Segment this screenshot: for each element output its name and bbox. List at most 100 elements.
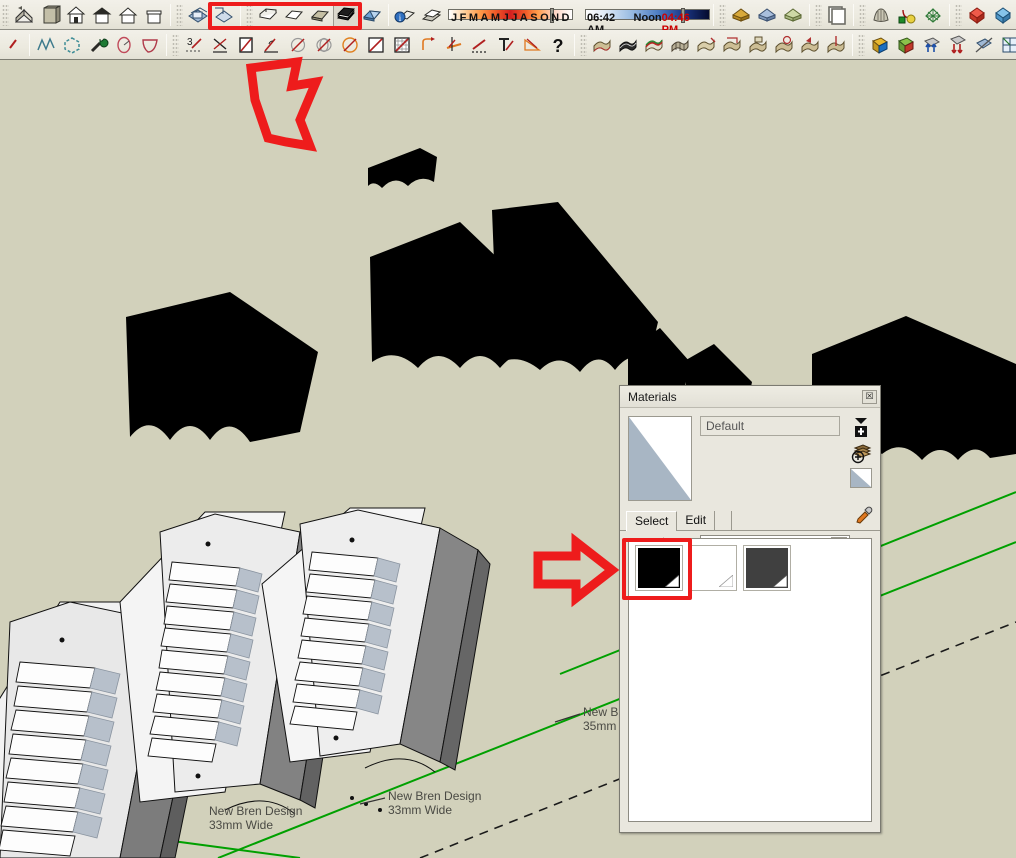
swatch-corner-marker	[719, 575, 733, 587]
toolbar-grip[interactable]	[858, 33, 865, 56]
section-plane-icon[interactable]	[185, 2, 211, 28]
plot-icon[interactable]	[894, 2, 920, 28]
material-preview-swatch[interactable]	[850, 468, 872, 488]
iso-view-icon[interactable]	[11, 2, 37, 28]
axes-icon[interactable]: 3	[181, 32, 207, 58]
polygon-icon[interactable]	[59, 32, 85, 58]
toolbar-grip[interactable]	[859, 3, 866, 26]
surface-edge-icon[interactable]	[693, 32, 719, 58]
model-label-3-line2: 33mm Wide	[209, 818, 274, 832]
solid-subtract-icon[interactable]	[990, 2, 1016, 28]
model-label-2-line1: New Bren Design	[388, 789, 482, 803]
materials-titlebar[interactable]: Materials ☒	[620, 386, 880, 408]
tab-edit[interactable]: Edit	[677, 511, 716, 530]
material-swatch-white[interactable]	[689, 545, 737, 591]
toolbar-grip[interactable]	[176, 3, 183, 26]
freehand-icon[interactable]	[33, 32, 59, 58]
toolbar-grip[interactable]	[2, 3, 9, 26]
square-diag-icon[interactable]	[363, 32, 389, 58]
grid-icon[interactable]	[389, 32, 415, 58]
intersect-icon[interactable]	[207, 32, 233, 58]
offset-icon[interactable]	[415, 32, 441, 58]
arrows-down-icon[interactable]	[945, 32, 971, 58]
display-shadows-icon[interactable]	[418, 2, 444, 28]
new-page-icon[interactable]	[824, 2, 850, 28]
sandbox-from-scratch-icon[interactable]	[754, 2, 780, 28]
create-material-button[interactable]	[850, 442, 872, 464]
mesh-icon[interactable]	[920, 2, 946, 28]
surface-color-icon[interactable]	[641, 32, 667, 58]
display-section-planes-icon[interactable]	[211, 2, 237, 28]
arrows-up-icon[interactable]	[919, 32, 945, 58]
left-view-icon[interactable]	[115, 2, 141, 28]
eyedropper-icon[interactable]	[854, 505, 874, 528]
material-swatch-list[interactable]	[628, 538, 872, 822]
top-view-icon[interactable]	[89, 2, 115, 28]
material-swatch-black[interactable]	[635, 545, 683, 591]
surface-detail-icon[interactable]	[771, 32, 797, 58]
ellipse-icon[interactable]	[311, 32, 337, 58]
style-monochrome-icon[interactable]	[359, 2, 385, 28]
toolbar-grip[interactable]	[246, 3, 253, 26]
style-shaded-with-textures-icon[interactable]	[333, 1, 359, 28]
slice-icon[interactable]	[971, 32, 997, 58]
surface-flip-icon[interactable]	[797, 32, 823, 58]
tab-select[interactable]: Select	[626, 511, 678, 531]
toolbar-grip[interactable]	[172, 33, 179, 56]
shadow-date-slider[interactable]: J F M A M J J A S O N D	[448, 4, 573, 26]
current-material-name[interactable]: Default	[700, 416, 840, 436]
right-view-icon[interactable]	[141, 2, 167, 28]
toolbar-row-1[interactable]: i J F M A M J J A S O N D 06:42 Noon 04:…	[0, 0, 1016, 36]
window-icon[interactable]	[997, 32, 1016, 58]
set-default-material-button[interactable]	[850, 416, 872, 438]
terrain-icon[interactable]	[868, 2, 894, 28]
toolbar-group-draw	[0, 30, 163, 60]
shadow-settings-icon[interactable]: i	[392, 2, 418, 28]
toolbar-separator	[713, 3, 714, 26]
section-cut-icon[interactable]	[893, 32, 919, 58]
help-icon[interactable]: ?	[545, 32, 571, 58]
solid-union-icon[interactable]	[964, 2, 990, 28]
materials-dialog[interactable]: Materials ☒ Default Select Edit	[619, 385, 881, 833]
face-icon[interactable]	[233, 32, 259, 58]
ellipse-small-icon[interactable]	[285, 32, 311, 58]
wrench-icon[interactable]	[85, 32, 111, 58]
section-fill-icon[interactable]	[867, 32, 893, 58]
toolbar-grip[interactable]	[955, 3, 962, 26]
surface-split-icon[interactable]	[823, 32, 849, 58]
toolbar-grip[interactable]	[815, 3, 822, 26]
toolbar-row-2[interactable]: 3 ?	[0, 30, 1016, 60]
current-material-swatch[interactable]	[628, 416, 692, 501]
circle-icon[interactable]	[111, 32, 137, 58]
front-view-icon[interactable]	[63, 2, 89, 28]
surface-stamp-icon[interactable]	[745, 32, 771, 58]
sandbox-from-contours-icon[interactable]	[728, 2, 754, 28]
style-hidden-line-icon[interactable]	[281, 2, 307, 28]
sandbox-smoove-icon[interactable]	[780, 2, 806, 28]
model-label-3-line1: New Bren Design	[209, 804, 303, 818]
surface-plain-icon[interactable]	[589, 32, 615, 58]
angle-icon[interactable]	[519, 32, 545, 58]
material-swatch-dark-gray[interactable]	[743, 545, 791, 591]
back-view-icon[interactable]	[37, 2, 63, 28]
month-may: M	[490, 11, 501, 24]
shadow-time-slider[interactable]: 06:42 AM Noon 04:46 PM	[585, 4, 710, 36]
circle-orange-icon[interactable]	[337, 32, 363, 58]
surface-mesh-icon[interactable]	[615, 32, 641, 58]
surface-grid-icon[interactable]	[667, 32, 693, 58]
protractor-icon[interactable]	[259, 32, 285, 58]
arc-icon[interactable]	[137, 32, 163, 58]
close-icon[interactable]: ☒	[862, 389, 877, 404]
toolbar-grip[interactable]	[719, 3, 726, 26]
text-tool-icon[interactable]	[493, 32, 519, 58]
style-wireframe-icon[interactable]	[255, 2, 281, 28]
paint-partial-icon[interactable]	[0, 32, 26, 58]
toolbar-grip[interactable]	[580, 33, 587, 56]
trim-icon[interactable]	[467, 32, 493, 58]
extend-icon[interactable]	[441, 32, 467, 58]
materials-tabs[interactable]: Select Edit	[620, 506, 880, 531]
style-shaded-icon[interactable]	[307, 2, 333, 28]
surface-drape-icon[interactable]	[719, 32, 745, 58]
month-dec: D	[561, 11, 570, 24]
toolbar-group-solids	[953, 0, 1016, 30]
